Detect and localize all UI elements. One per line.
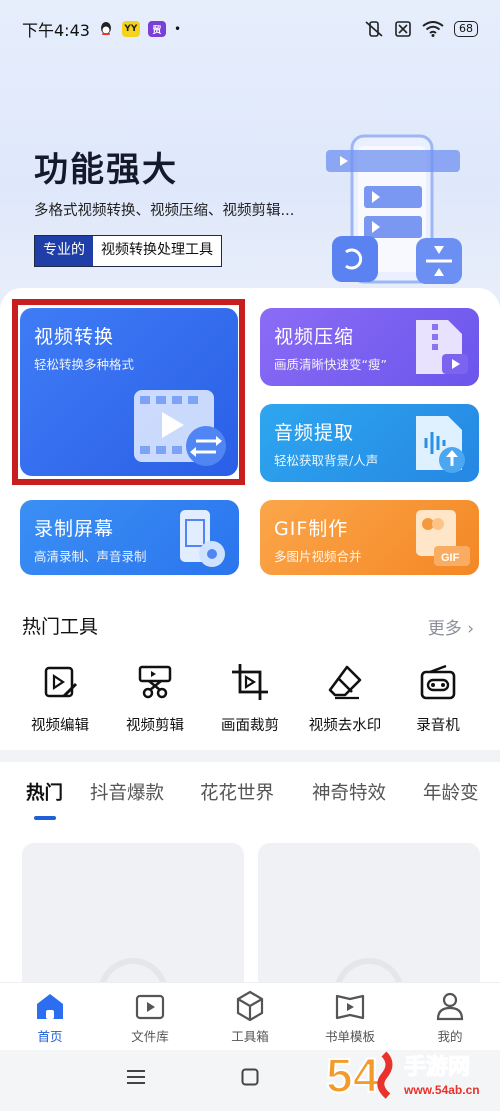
tool-label: 录音机 bbox=[416, 718, 460, 734]
tab-douyin-trending[interactable]: 抖音爆款 bbox=[90, 779, 164, 805]
nav-toolbox[interactable]: 工具箱 bbox=[210, 989, 290, 1045]
tool-crop[interactable]: 画面裁剪 bbox=[205, 662, 295, 735]
status-time: 下午4:43 bbox=[22, 21, 90, 40]
recorder-icon bbox=[420, 664, 456, 700]
tab-flower-world[interactable]: 花花世界 bbox=[200, 779, 274, 805]
card-gif-maker[interactable]: GIF制作 多图片视频合并 GIF bbox=[260, 500, 479, 575]
gif-file-icon: GIF bbox=[416, 510, 470, 566]
video-edit-icon bbox=[44, 666, 78, 698]
site-watermark-logo: 54 手游网 www.54ab.cn bbox=[325, 1049, 480, 1104]
more-notifications-dot: • bbox=[173, 22, 182, 36]
card-title: 视频压缩 bbox=[274, 326, 355, 348]
audio-file-icon bbox=[416, 416, 465, 473]
nav-label: 工具箱 bbox=[231, 1029, 269, 1044]
tool-recorder[interactable]: 录音机 bbox=[393, 662, 483, 735]
toolbox-icon bbox=[236, 990, 264, 1022]
card-subtitle: 画质清晰快速变“瘦” bbox=[274, 357, 387, 372]
watermark-site: 手游网 bbox=[404, 1054, 470, 1080]
section-divider bbox=[0, 750, 500, 762]
nav-booklist-template[interactable]: 书单模板 bbox=[310, 989, 390, 1045]
profile-icon bbox=[436, 992, 464, 1021]
yy-app-icon: YY bbox=[121, 21, 140, 37]
eraser-icon bbox=[328, 665, 362, 700]
card-title: 视频转换 bbox=[34, 326, 115, 348]
card-subtitle: 高清录制、声音录制 bbox=[34, 549, 147, 564]
nav-label: 首页 bbox=[37, 1029, 63, 1044]
mute-vibrate-icon bbox=[364, 20, 384, 38]
nav-file-library[interactable]: 文件库 bbox=[110, 989, 190, 1045]
card-video-compress[interactable]: 视频压缩 画质清晰快速变“瘦” bbox=[260, 308, 479, 386]
active-tab-indicator bbox=[34, 816, 56, 820]
hero-subtitle: 多格式视频转换、视频压缩、视频剪辑... bbox=[34, 203, 295, 219]
video-convert-icon bbox=[134, 390, 226, 466]
home-icon bbox=[37, 994, 63, 1019]
card-video-convert[interactable]: 视频转换 轻松转换多种格式 bbox=[20, 308, 238, 476]
tab-hot[interactable]: 热门 bbox=[26, 779, 63, 805]
battery-indicator: 68 bbox=[454, 21, 478, 37]
nav-profile[interactable]: 我的 bbox=[410, 989, 490, 1045]
tool-video-edit[interactable]: 视频编辑 bbox=[15, 662, 105, 735]
card-subtitle: 轻松获取背景/人声 bbox=[274, 453, 379, 468]
app-notification-icon: 贸 bbox=[147, 21, 166, 37]
crop-icon bbox=[232, 664, 268, 700]
hero-tag-secondary: 视频转换处理工具 bbox=[93, 236, 221, 266]
hot-tools-heading: 热门工具 bbox=[22, 616, 99, 638]
tool-video-cut[interactable]: 视频剪辑 bbox=[110, 662, 200, 735]
sim-off-icon bbox=[394, 20, 412, 38]
wifi-icon bbox=[422, 21, 444, 37]
tab-age-change[interactable]: 年龄变 bbox=[423, 779, 479, 805]
hero-tag: 专业的 视频转换处理工具 bbox=[34, 235, 222, 267]
card-subtitle: 多图片视频合并 bbox=[274, 549, 362, 564]
screen-record-icon bbox=[180, 510, 225, 567]
template-icon bbox=[335, 994, 365, 1020]
card-audio-extract[interactable]: 音频提取 轻松获取背景/人声 bbox=[260, 404, 479, 482]
gif-badge-text: GIF bbox=[441, 552, 460, 564]
card-screen-record[interactable]: 录制屏幕 高清录制、声音录制 bbox=[20, 500, 239, 575]
tab-magic-effects[interactable]: 神奇特效 bbox=[312, 779, 386, 805]
tool-label: 视频去水印 bbox=[308, 718, 382, 734]
card-title: 录制屏幕 bbox=[34, 518, 115, 540]
card-subtitle: 轻松转换多种格式 bbox=[34, 357, 135, 372]
compress-file-icon bbox=[416, 320, 468, 374]
scissors-icon bbox=[138, 665, 172, 699]
tool-label: 画面裁剪 bbox=[221, 718, 279, 734]
tool-label: 视频编辑 bbox=[31, 718, 89, 734]
nav-home[interactable]: 首页 bbox=[10, 989, 90, 1045]
card-title: 音频提取 bbox=[274, 422, 355, 444]
tool-label: 视频剪辑 bbox=[126, 718, 184, 734]
qq-icon bbox=[98, 21, 114, 37]
hero-title: 功能强大 bbox=[34, 150, 178, 190]
status-bar: 下午4:43 YY 贸 • 68 bbox=[0, 0, 500, 58]
folder-icon bbox=[135, 994, 165, 1020]
menu-icon[interactable] bbox=[126, 1068, 146, 1086]
more-link[interactable]: 更多 › bbox=[428, 614, 474, 639]
watermark-url: www.54ab.cn bbox=[403, 1083, 480, 1097]
nav-label: 文件库 bbox=[131, 1029, 169, 1044]
card-title: GIF制作 bbox=[274, 518, 349, 540]
phone-illustration-icon bbox=[326, 134, 462, 284]
tool-remove-watermark[interactable]: 视频去水印 bbox=[298, 662, 392, 735]
hero-tag-primary: 专业的 bbox=[35, 236, 93, 266]
home-square-icon[interactable] bbox=[241, 1068, 259, 1086]
watermark-brand: 54 bbox=[326, 1050, 380, 1103]
